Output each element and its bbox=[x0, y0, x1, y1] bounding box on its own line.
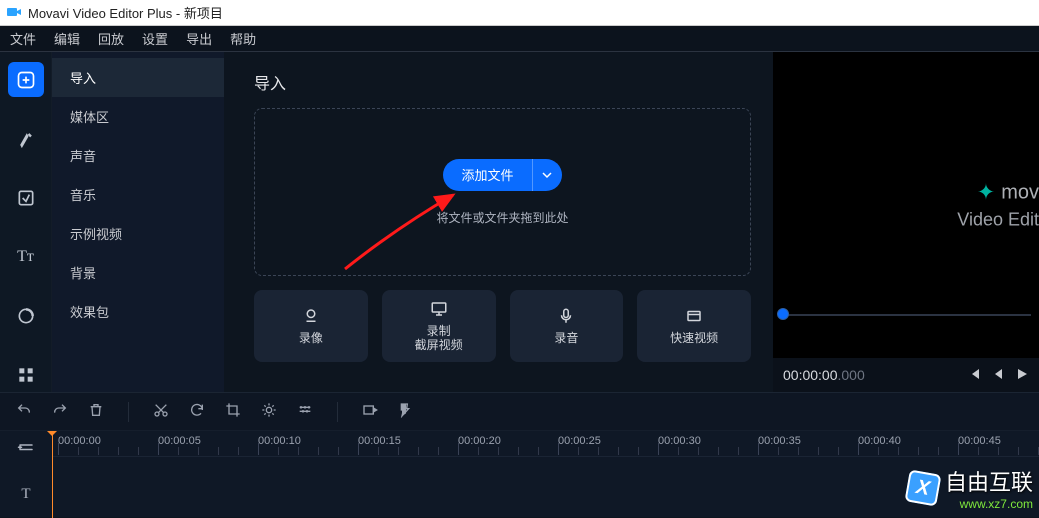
timeline-ruler[interactable]: 00:00:00 00:00:05 00:00:10 00:00:15 00:00:20… bbox=[52, 431, 1039, 457]
preview-brand-watermark: ✦mov Video Edit bbox=[957, 180, 1039, 231]
window-title: Movavi Video Editor Plus - 新项目 bbox=[28, 3, 223, 22]
timecode: 00:00:00.000 bbox=[783, 367, 865, 383]
timeline-body[interactable]: 00:00:00 00:00:05 00:00:10 00:00:15 00:00:20… bbox=[52, 431, 1039, 517]
sidebar-item-effects-pack[interactable]: 效果包 bbox=[52, 292, 224, 331]
annotation-arrow bbox=[335, 189, 485, 279]
brand-text: mov bbox=[1001, 181, 1039, 204]
transitions-tool[interactable] bbox=[8, 180, 44, 215]
sidebar-item-import[interactable]: 导入 bbox=[52, 58, 224, 97]
add-file-label[interactable]: 添加文件 bbox=[443, 159, 531, 191]
menu-edit[interactable]: 编辑 bbox=[54, 29, 80, 48]
add-file-dropdown[interactable] bbox=[532, 159, 562, 191]
ruler-label: 00:00:35 bbox=[758, 435, 801, 447]
crop-button[interactable] bbox=[225, 402, 241, 421]
tool-rail: Tᴛ bbox=[0, 52, 52, 392]
brand-subtext: Video Edit bbox=[957, 210, 1039, 231]
timeline-left-controls: T bbox=[0, 431, 52, 517]
delete-button[interactable] bbox=[88, 402, 104, 421]
more-tool[interactable] bbox=[8, 357, 44, 392]
monitor-icon bbox=[430, 300, 448, 318]
timecode-ms: .000 bbox=[838, 367, 865, 383]
panel-title: 导入 bbox=[254, 70, 751, 94]
rotate-button[interactable] bbox=[189, 402, 205, 421]
main-area: Tᴛ 导入 媒体区 声音 音乐 示例视频 背景 效果包 导入 添加文件 将文件或… bbox=[0, 52, 1039, 392]
play-button[interactable] bbox=[1015, 367, 1029, 384]
titlebar: Movavi Video Editor Plus - 新项目 bbox=[0, 0, 1039, 26]
app-icon bbox=[6, 5, 22, 21]
effects-tool[interactable] bbox=[8, 121, 44, 156]
camera-icon bbox=[302, 307, 320, 325]
card-label: 录像 bbox=[299, 331, 323, 345]
preview-panel: ✦mov Video Edit 00:00:00.000 bbox=[773, 52, 1039, 392]
menu-export[interactable]: 导出 bbox=[186, 29, 212, 48]
stickers-tool[interactable] bbox=[8, 298, 44, 333]
toolbar-separator bbox=[337, 402, 338, 422]
card-label: 快速视频 bbox=[670, 331, 718, 345]
drop-zone[interactable]: 添加文件 将文件或文件夹拖到此处 bbox=[254, 108, 751, 276]
menu-help[interactable]: 帮助 bbox=[230, 29, 256, 48]
ruler-label: 00:00:30 bbox=[658, 435, 701, 447]
preview-video: ✦mov Video Edit bbox=[773, 52, 1039, 358]
ruler-label: 00:00:15 bbox=[358, 435, 401, 447]
seek-track bbox=[781, 314, 1031, 316]
quick-video-card[interactable]: 快速视频 bbox=[637, 290, 751, 362]
import-panel: 导入 添加文件 将文件或文件夹拖到此处 录像 录制 截屏视频 bbox=[224, 52, 773, 392]
ruler-label: 00:00:10 bbox=[258, 435, 301, 447]
undo-button[interactable] bbox=[16, 402, 32, 421]
menu-playback[interactable]: 回放 bbox=[98, 29, 124, 48]
redo-button[interactable] bbox=[52, 402, 68, 421]
sidebar-item-background[interactable]: 背景 bbox=[52, 253, 224, 292]
ruler-label: 00:00:40 bbox=[858, 435, 901, 447]
toolbar-separator bbox=[128, 402, 129, 422]
record-audio-card[interactable]: 录音 bbox=[510, 290, 624, 362]
sidebar-item-music[interactable]: 音乐 bbox=[52, 175, 224, 214]
cut-button[interactable] bbox=[153, 402, 169, 421]
playhead[interactable] bbox=[52, 431, 53, 518]
ruler-label: 00:00:45 bbox=[958, 435, 1001, 447]
titles-tool[interactable]: Tᴛ bbox=[8, 239, 44, 274]
chevron-down-icon bbox=[542, 170, 552, 180]
step-back-button[interactable] bbox=[991, 367, 1005, 384]
ruler-label: 00:00:25 bbox=[558, 435, 601, 447]
ruler-label: 00:00:00 bbox=[58, 435, 101, 447]
microphone-icon bbox=[557, 307, 575, 325]
sidebar-item-sound[interactable]: 声音 bbox=[52, 136, 224, 175]
drop-hint: 将文件或文件夹拖到此处 bbox=[436, 209, 568, 226]
timeline: T 00:00:0000:00:0500:00:1000:00:1500:00:… bbox=[0, 430, 1039, 517]
sidebar-item-sample-video[interactable]: 示例视频 bbox=[52, 214, 224, 253]
import-sidebar: 导入 媒体区 声音 音乐 示例视频 背景 效果包 bbox=[52, 52, 224, 392]
preview-controls: 00:00:00.000 bbox=[773, 358, 1039, 392]
text-track-button[interactable]: T bbox=[21, 486, 30, 503]
marker-button[interactable] bbox=[398, 402, 414, 421]
sidebar-item-media[interactable]: 媒体区 bbox=[52, 97, 224, 136]
timecode-main: 00:00:00 bbox=[783, 367, 838, 383]
card-label: 录音 bbox=[554, 331, 578, 345]
video-icon bbox=[685, 307, 703, 325]
record-camera-card[interactable]: 录像 bbox=[254, 290, 368, 362]
card-label: 录制 截屏视频 bbox=[415, 324, 463, 353]
menu-settings[interactable]: 设置 bbox=[142, 29, 168, 48]
add-track-button[interactable] bbox=[17, 439, 35, 460]
add-file-button[interactable]: 添加文件 bbox=[443, 159, 561, 191]
clip-properties-button[interactable] bbox=[297, 402, 313, 421]
import-tool[interactable] bbox=[8, 62, 44, 97]
timeline-toolbar bbox=[0, 392, 1039, 430]
color-adjust-button[interactable] bbox=[261, 402, 277, 421]
seek-handle[interactable] bbox=[777, 308, 789, 320]
ruler-label: 00:00:05 bbox=[158, 435, 201, 447]
record-screen-card[interactable]: 录制 截屏视频 bbox=[382, 290, 496, 362]
preview-seekbar[interactable] bbox=[773, 306, 1039, 324]
capture-cards: 录像 录制 截屏视频 录音 快速视频 bbox=[254, 290, 751, 362]
prev-frame-button[interactable] bbox=[967, 367, 981, 384]
menu-file[interactable]: 文件 bbox=[10, 29, 36, 48]
transition-wizard-button[interactable] bbox=[362, 402, 378, 421]
ruler-label: 00:00:20 bbox=[458, 435, 501, 447]
menubar: 文件 编辑 回放 设置 导出 帮助 bbox=[0, 26, 1039, 52]
